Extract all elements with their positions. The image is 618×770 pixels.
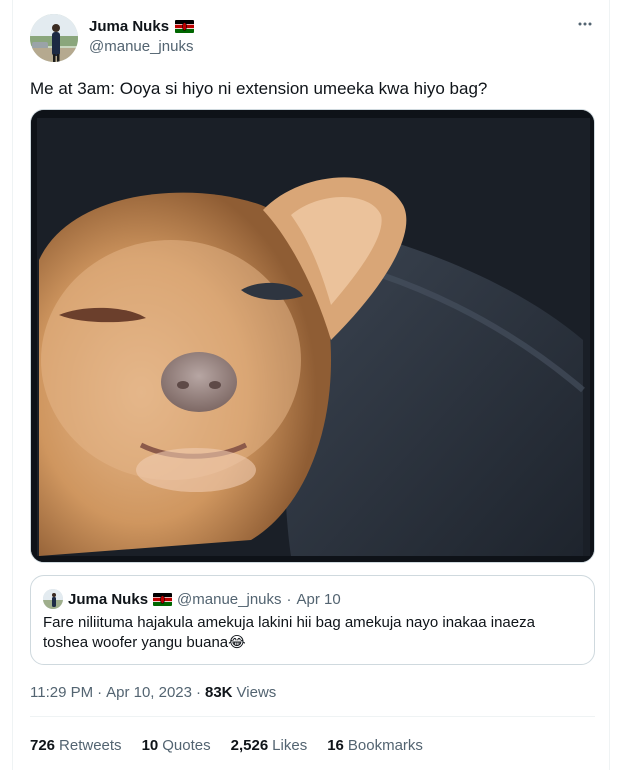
author-name[interactable]: Juma Nuks [89,18,169,35]
quotes-label: Quotes [162,736,211,754]
tweet-text: Me at 3am: Ooya si hiyo ni extension ume… [30,79,488,98]
quote-author-name: Juma Nuks [68,590,149,608]
quote-author-avatar [43,589,63,609]
tweet-time[interactable]: 11:29 PM [30,684,93,701]
likes-stat[interactable]: 2,526 Likes [231,737,308,754]
tweet-card: Juma Nuks @manue_jnuks Me at 3am: Ooya s… [13,0,609,770]
retweets-stat[interactable]: 726 Retweets [30,737,122,754]
tweet-media-image[interactable] [30,109,595,563]
author-handle[interactable]: @manue_jnuks [89,38,194,55]
quotes-count: 10 [141,736,159,754]
likes-label: Likes [272,736,308,754]
quote-separator: · [286,590,292,608]
quote-text: Fare niliituma hajakula amekuja lakini h… [43,614,535,651]
divider [30,716,595,717]
quote-author-handle: @manue_jnuks [177,590,282,608]
author-info: Juma Nuks @manue_jnuks [89,16,195,55]
likes-count: 2,526 [230,736,269,754]
tweet-stats: 726 Retweets 10 Quotes 2,526 Likes 16 Bo… [30,735,423,755]
bookmarks-label: Bookmarks [347,736,423,754]
retweets-count: 726 [30,736,56,754]
kenya-flag-icon [175,19,195,33]
author-avatar[interactable] [30,14,78,62]
more-horizontal-icon[interactable] [573,14,597,34]
timeline-border-right [609,0,610,770]
meta-separator: · [196,683,201,701]
quotes-stat[interactable]: 10 Quotes [142,737,211,754]
retweets-label: Retweets [59,736,122,754]
tweet-date[interactable]: Apr 10, 2023 [106,684,192,701]
views-count: 83K [205,683,233,701]
bookmarks-count: 16 [327,736,344,754]
quoted-tweet[interactable]: Juma Nuks @manue_jnuks · Apr 10 Fare nil… [30,575,595,665]
tweet-meta: 11:29 PM · Apr 10, 2023 · 83K Views [30,682,276,702]
bookmarks-stat[interactable]: 16 Bookmarks [327,737,423,754]
quote-date: Apr 10 [296,590,341,608]
kenya-flag-icon [153,592,173,606]
views-label: Views [236,683,277,701]
meta-separator: · [97,683,103,701]
